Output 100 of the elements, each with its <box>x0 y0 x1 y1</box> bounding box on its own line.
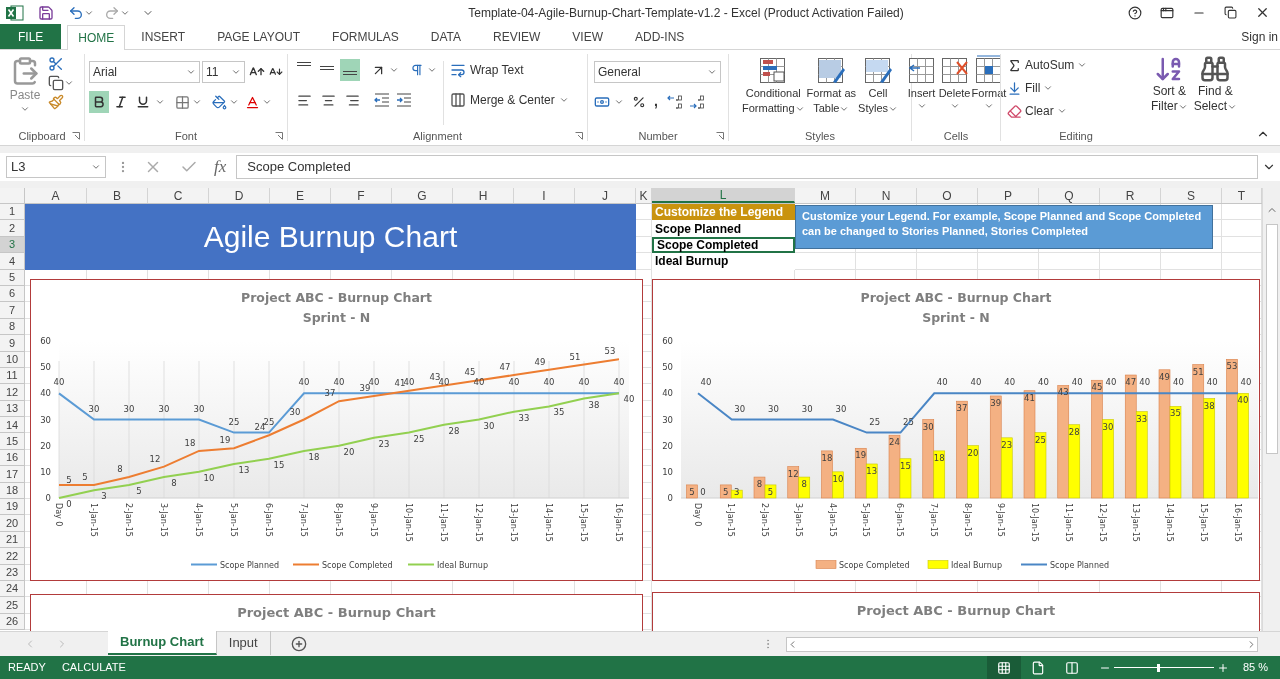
fill-color-icon[interactable] <box>212 94 227 110</box>
cut-icon[interactable] <box>48 56 64 72</box>
fill-button[interactable]: Fill <box>1007 78 1088 98</box>
ribbon-tab[interactable]: PAGE LAYOUT <box>201 25 317 49</box>
row-header[interactable]: 19 <box>0 499 25 516</box>
style-button[interactable]: Conditional Formatting <box>741 54 805 127</box>
zoom-slider[interactable] <box>1113 663 1214 672</box>
column-header[interactable]: F <box>331 188 392 203</box>
row-header[interactable]: 9 <box>0 335 25 352</box>
row-header[interactable]: 20 <box>0 515 25 532</box>
font-color-icon[interactable] <box>245 94 260 110</box>
restore-icon[interactable] <box>1224 6 1237 19</box>
find-select-button[interactable]: Find & Select <box>1193 54 1238 127</box>
borders-icon[interactable] <box>175 94 190 110</box>
dialog-launcher-icon[interactable] <box>716 132 724 140</box>
column-header[interactable]: O <box>917 188 978 203</box>
legend-cell[interactable]: Scope Planned <box>652 220 795 237</box>
vertical-align-button[interactable] <box>340 59 360 81</box>
close-icon[interactable] <box>1255 5 1270 20</box>
ribbon-tab[interactable]: DATA <box>414 25 477 49</box>
cells-button[interactable]: Delete <box>938 54 971 127</box>
legend-cell[interactable]: Ideal Burnup <box>652 253 795 270</box>
undo-icon[interactable] <box>68 4 84 21</box>
row-header[interactable]: 14 <box>0 417 25 434</box>
sign-in-link[interactable]: Sign in <box>1241 28 1278 46</box>
chart-frame[interactable]: Project ABC - Burnup Chart <box>652 592 1260 631</box>
column-header[interactable]: M <box>795 188 856 203</box>
column-header[interactable]: P <box>978 188 1039 203</box>
dialog-launcher-icon[interactable] <box>275 132 283 140</box>
dialog-launcher-icon[interactable] <box>72 132 80 140</box>
column-header[interactable]: N <box>856 188 917 203</box>
row-header[interactable]: 2 <box>0 220 25 237</box>
column-header[interactable]: J <box>575 188 636 203</box>
column-header[interactable]: G <box>392 188 453 203</box>
ribbon-tab[interactable]: ADD-INS <box>619 25 701 49</box>
column-header[interactable]: E <box>270 188 331 203</box>
chart-frame[interactable]: Project ABC - Burnup Chart <box>30 594 643 631</box>
column-header[interactable]: H <box>453 188 514 203</box>
cells-button[interactable]: Format <box>971 54 1007 127</box>
column-header[interactable]: L <box>652 188 795 203</box>
row-header[interactable]: 1 <box>0 204 25 221</box>
decimal-icon[interactable] <box>687 93 706 110</box>
sort-filter-button[interactable]: Sort & Filter <box>1151 54 1188 127</box>
ribbon-tab[interactable]: VIEW <box>556 25 619 49</box>
column-header[interactable]: B <box>87 188 148 203</box>
file-tab[interactable]: FILE <box>0 24 62 49</box>
text-direction-icon[interactable] <box>410 63 424 77</box>
row-header[interactable]: 12 <box>0 384 25 401</box>
dialog-launcher-icon[interactable] <box>575 132 583 140</box>
row-header[interactable]: 22 <box>0 548 25 565</box>
column-header[interactable]: R <box>1100 188 1161 203</box>
vertical-scrollbar[interactable] <box>1262 188 1280 631</box>
ribbon-display-icon[interactable] <box>1160 5 1174 20</box>
spreadsheet-logo-icon[interactable] <box>6 4 24 21</box>
decimal-icon[interactable] <box>665 93 684 110</box>
save-icon[interactable] <box>38 4 54 21</box>
sheet-tab[interactable]: Burnup Chart <box>108 631 217 655</box>
help-icon[interactable] <box>1128 5 1142 20</box>
column-header[interactable]: S <box>1161 188 1222 203</box>
ribbon-tab[interactable]: FORMULAS <box>316 25 415 49</box>
column-header[interactable]: A <box>25 188 87 203</box>
ribbon-tab[interactable]: INSERT <box>125 25 202 49</box>
add-sheet-icon[interactable] <box>290 636 307 652</box>
indent-icon[interactable] <box>396 93 412 107</box>
style-button[interactable]: Cell Styles <box>858 54 899 127</box>
font-name-field[interactable]: Arial <box>89 61 200 83</box>
column-header[interactable]: Q <box>1039 188 1100 203</box>
chart-frame[interactable] <box>30 279 643 581</box>
indent-icon[interactable] <box>374 93 390 107</box>
formula-input[interactable]: Scope Completed <box>236 155 1258 179</box>
cells-button[interactable]: Insert <box>905 54 938 127</box>
font-size-field[interactable]: 11 <box>202 61 245 83</box>
column-header[interactable]: C <box>148 188 209 203</box>
sheet-tab[interactable]: Input <box>216 631 271 655</box>
paste-button[interactable]: Paste <box>8 56 42 127</box>
merge-center-button[interactable]: Merge & Center <box>450 89 569 111</box>
view-button[interactable] <box>986 656 1021 679</box>
comma-style-button[interactable]: , <box>650 91 662 112</box>
wrap-text-button[interactable]: Wrap Text <box>450 59 569 81</box>
ribbon-tab[interactable]: REVIEW <box>477 25 557 49</box>
row-header[interactable]: 15 <box>0 433 25 450</box>
row-header[interactable]: 17 <box>0 466 25 483</box>
zoom-thumb[interactable] <box>1157 663 1161 672</box>
row-header[interactable]: 4 <box>0 253 25 270</box>
row-header[interactable]: 7 <box>0 302 25 319</box>
copy-icon[interactable] <box>48 75 64 91</box>
scroll-thumb[interactable] <box>1265 224 1278 454</box>
column-header[interactable]: D <box>209 188 270 203</box>
row-header[interactable]: 25 <box>0 597 25 614</box>
style-button[interactable]: Format as Table <box>806 54 857 127</box>
insert-function-button[interactable]: fx <box>214 154 227 180</box>
name-box[interactable]: L3 <box>6 156 106 178</box>
zoom-level[interactable]: 85 % <box>1242 659 1268 676</box>
zoom-in-icon[interactable] <box>1216 661 1229 674</box>
percent-icon[interactable] <box>632 94 646 109</box>
ribbon-tab[interactable]: HOME <box>67 25 126 50</box>
chart-frame[interactable] <box>652 279 1260 581</box>
column-header[interactable]: I <box>514 188 575 203</box>
format-toggle-button[interactable] <box>89 91 109 113</box>
clear-button[interactable]: Clear <box>1007 101 1088 121</box>
